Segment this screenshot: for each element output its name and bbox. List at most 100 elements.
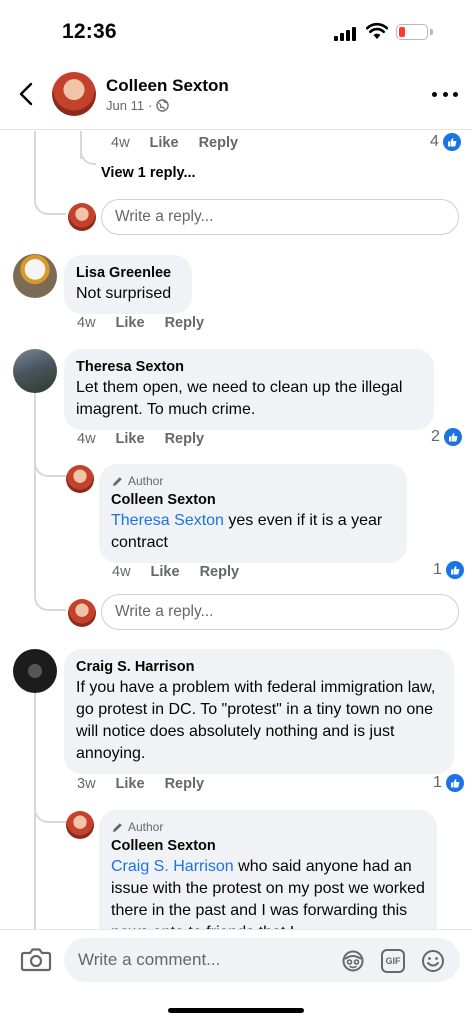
thread-connector: [34, 449, 66, 477]
author-avatar[interactable]: [52, 72, 96, 116]
comment-bubble[interactable]: Theresa Sexton Let them open, we need to…: [64, 349, 434, 430]
commenter-avatar[interactable]: [13, 649, 57, 693]
thumbs-up-icon: [443, 428, 462, 446]
comment-text: Craig S. Harrison who said anyone had an…: [111, 856, 425, 929]
commenter-avatar[interactable]: [13, 254, 57, 298]
comment-bubble[interactable]: Lisa Greenlee Not surprised: [64, 255, 192, 314]
comment-actions: 4w Like Reply: [111, 135, 238, 151]
reply-avatar[interactable]: [66, 811, 94, 839]
reply-placeholder: Write a reply...: [115, 603, 214, 620]
reply-bubble[interactable]: Author Colleen Sexton Craig S. Harrison …: [99, 810, 437, 929]
more-dot: [453, 91, 458, 97]
author-badge-label: Author: [128, 474, 164, 488]
gif-label: GIF: [385, 956, 401, 966]
meta-separator: ·: [148, 98, 153, 113]
comment-actions: 4w Like Reply: [77, 315, 204, 331]
commenter-name[interactable]: Colleen Sexton: [111, 491, 395, 510]
comment-actions: 4w Like Reply: [112, 564, 239, 580]
reaction-number: 4: [430, 133, 439, 150]
comment-age: 4w: [111, 135, 130, 151]
chevron-left-icon: [19, 82, 33, 106]
comment-actions: 3w Like Reply: [77, 776, 204, 792]
reaction-count[interactable]: 2: [431, 428, 462, 446]
reply-button[interactable]: Reply: [165, 431, 205, 447]
gif-icon[interactable]: GIF: [381, 949, 405, 973]
author-badge: Author: [111, 473, 395, 489]
emoji-icon[interactable]: [421, 949, 445, 973]
more-dot: [442, 91, 448, 97]
thread-connector: [34, 187, 66, 215]
comment-text: If you have a problem with federal immig…: [76, 679, 436, 762]
status-bar: 12:36: [0, 0, 472, 60]
commenter-avatar[interactable]: [13, 349, 57, 393]
mention-link[interactable]: Theresa Sexton: [111, 512, 224, 529]
post-header: Colleen Sexton Jun 11 ·: [0, 60, 472, 130]
pencil-icon: [113, 476, 122, 486]
back-button[interactable]: [12, 78, 40, 110]
comment-text: Let them open, we need to clean up the i…: [76, 379, 403, 418]
comment-input[interactable]: Write a comment... GIF: [64, 938, 460, 982]
thread-connector: [34, 795, 66, 823]
reply-placeholder: Write a reply...: [115, 208, 214, 225]
reaction-count[interactable]: 4: [430, 133, 461, 151]
commenter-name[interactable]: Craig S. Harrison: [76, 658, 442, 677]
status-time: 12:36: [62, 20, 117, 43]
post-date[interactable]: Jun 11: [106, 98, 144, 113]
author-name[interactable]: Colleen Sexton: [106, 76, 229, 96]
author-badge-label: Author: [128, 820, 164, 834]
like-button[interactable]: Like: [116, 431, 145, 447]
reply-avatar[interactable]: [66, 465, 94, 493]
comment-age: 4w: [77, 431, 96, 447]
comment-composer-bar: Write a comment... GIF: [0, 929, 472, 1024]
thumbs-up-icon: [445, 561, 464, 579]
cellular-signal-icon: [334, 27, 358, 41]
reaction-count[interactable]: 1: [433, 774, 464, 792]
more-options-button[interactable]: [432, 82, 458, 106]
like-button[interactable]: Like: [116, 776, 145, 792]
reply-avatar: [68, 203, 96, 231]
comment-age: 4w: [112, 564, 131, 580]
pencil-icon: [113, 822, 122, 832]
comment-text: Theresa Sexton yes even if it is a year …: [111, 510, 395, 554]
like-button[interactable]: Like: [116, 315, 145, 331]
like-button[interactable]: Like: [151, 564, 180, 580]
home-indicator: [168, 1008, 304, 1013]
reaction-number: 1: [433, 774, 442, 791]
mention-link[interactable]: Craig S. Harrison: [111, 858, 234, 875]
commenter-name[interactable]: Theresa Sexton: [76, 358, 422, 377]
reply-button[interactable]: Reply: [165, 776, 205, 792]
comments-feed[interactable]: 4w Like Reply 4 View 1 reply... Write a …: [0, 131, 472, 929]
like-button[interactable]: Like: [150, 135, 179, 151]
avatar-sticker-icon[interactable]: [341, 949, 365, 973]
thread-connector: [80, 145, 96, 165]
comment-age: 4w: [77, 315, 96, 331]
comment-bubble[interactable]: Craig S. Harrison If you have a problem …: [64, 649, 454, 774]
reply-button[interactable]: Reply: [200, 564, 240, 580]
reaction-number: 1: [433, 561, 442, 578]
thumbs-up-icon: [445, 774, 464, 792]
reply-bubble[interactable]: Author Colleen Sexton Theresa Sexton yes…: [99, 464, 407, 563]
author-badge: Author: [111, 819, 425, 835]
reply-input[interactable]: Write a reply...: [101, 199, 459, 235]
thread-connector: [34, 393, 36, 597]
globe-icon: [156, 99, 170, 112]
view-replies-link[interactable]: View 1 reply...: [101, 165, 196, 181]
comment-age: 3w: [77, 776, 96, 792]
reply-button[interactable]: Reply: [199, 135, 239, 151]
battery-icon: [396, 24, 428, 40]
comment-text: Not surprised: [76, 285, 172, 302]
post-meta: Jun 11 ·: [106, 98, 170, 113]
commenter-name[interactable]: Colleen Sexton: [111, 837, 425, 856]
camera-icon[interactable]: [20, 944, 52, 974]
thumbs-up-icon: [442, 133, 461, 151]
reply-avatar: [68, 599, 96, 627]
battery-tip: [430, 29, 433, 35]
wifi-icon: [366, 22, 388, 39]
reaction-number: 2: [431, 428, 440, 445]
thread-connector: [34, 583, 66, 611]
reply-button[interactable]: Reply: [165, 315, 205, 331]
reply-input[interactable]: Write a reply...: [101, 594, 459, 630]
more-dot: [432, 91, 437, 97]
reaction-count[interactable]: 1: [433, 561, 464, 579]
commenter-name[interactable]: Lisa Greenlee: [76, 264, 180, 283]
